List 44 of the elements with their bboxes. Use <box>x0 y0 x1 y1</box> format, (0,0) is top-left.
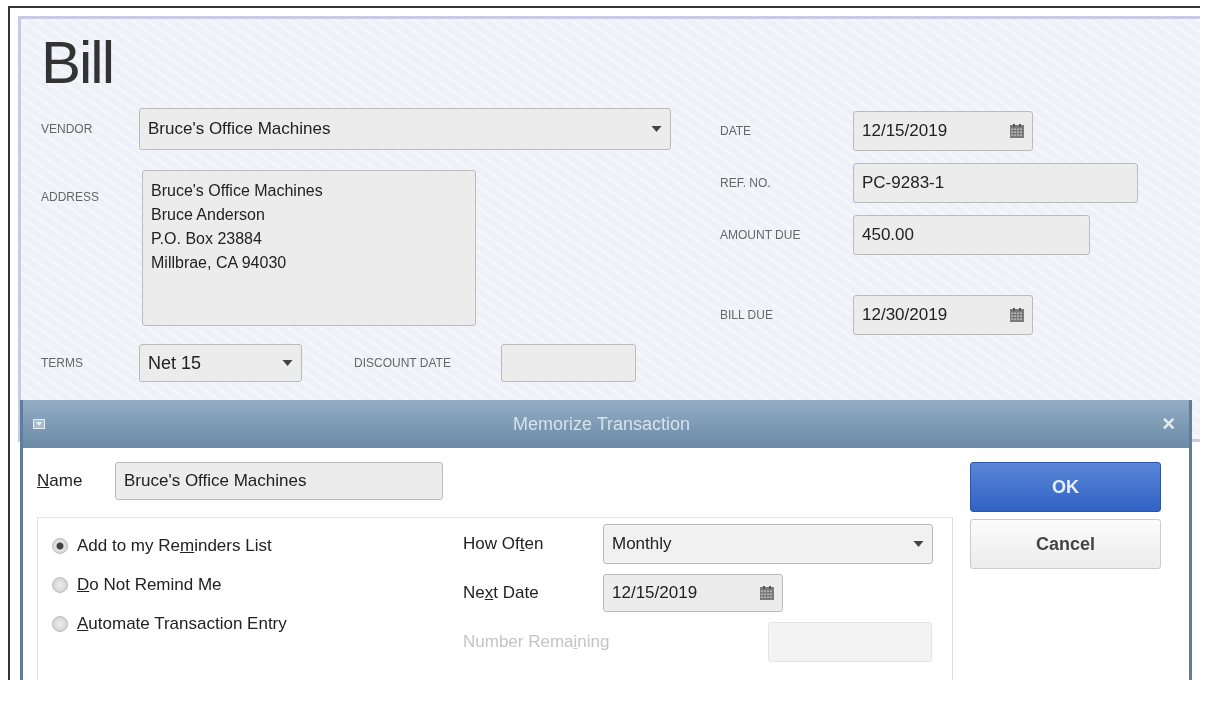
next-date-field[interactable]: 12/15/2019 <box>603 574 783 612</box>
address-label: ADDRESS <box>41 190 100 204</box>
number-remaining-field[interactable] <box>768 622 932 662</box>
address-field[interactable]: Bruce's Office Machines Bruce Anderson P.O. Box 23884 Millbrae, CA 94030 <box>142 170 476 326</box>
caret-icon <box>282 360 293 366</box>
terms-label: TERMS <box>41 356 84 370</box>
ref-no-field[interactable]: PC-9283-1 <box>853 163 1138 203</box>
radio-option[interactable]: Do Not Remind Me <box>52 575 463 595</box>
radio-button[interactable] <box>52 577 68 593</box>
caret-icon <box>651 126 662 132</box>
amount-due-field[interactable]: 450.00 <box>853 215 1090 255</box>
calendar-icon[interactable] <box>1010 308 1024 322</box>
calendar-icon[interactable] <box>760 586 774 600</box>
next-date-label: Next Date <box>463 583 540 603</box>
number-remaining-label: Number Remaining <box>463 632 611 652</box>
caret-icon <box>913 541 924 547</box>
vendor-label: VENDOR <box>41 122 94 136</box>
bill-due-label: BILL DUE <box>720 308 774 322</box>
vendor-dropdown[interactable]: Bruce's Office Machines <box>139 108 671 150</box>
window-menu-icon[interactable] <box>33 419 45 429</box>
option-label: Automate Transaction Entry <box>77 614 287 634</box>
ok-button[interactable]: OK <box>970 462 1161 512</box>
radio-button[interactable] <box>52 538 68 554</box>
radio-option[interactable]: Automate Transaction Entry <box>52 614 463 634</box>
radio-button[interactable] <box>52 616 68 632</box>
form-title: Bill <box>41 33 114 93</box>
name-label: Name <box>37 471 84 491</box>
calendar-icon[interactable] <box>1010 124 1024 138</box>
date-field[interactable]: 12/15/2019 <box>853 111 1033 151</box>
how-often-label: How Often <box>463 534 545 554</box>
discount-date-label: DISCOUNT DATE <box>354 356 451 370</box>
discount-date-field[interactable] <box>500 344 636 382</box>
name-field[interactable]: Bruce's Office Machines <box>115 462 443 500</box>
dialog-title: Memorize Transaction <box>512 413 692 435</box>
option-label: Add to my Reminders List <box>77 536 272 556</box>
ref-no-label: REF. NO. <box>720 176 772 190</box>
bill-due-field[interactable]: 12/30/2019 <box>853 295 1033 335</box>
option-label: Do Not Remind Me <box>77 575 222 595</box>
amount-due-label: AMOUNT DUE <box>720 228 802 242</box>
how-often-dropdown[interactable]: Monthly <box>603 524 933 564</box>
radio-option[interactable]: Add to my Reminders List <box>52 536 463 556</box>
terms-dropdown[interactable]: Net 15 <box>139 344 302 382</box>
cancel-button[interactable]: Cancel <box>970 519 1161 569</box>
date-label: DATE <box>720 124 753 138</box>
